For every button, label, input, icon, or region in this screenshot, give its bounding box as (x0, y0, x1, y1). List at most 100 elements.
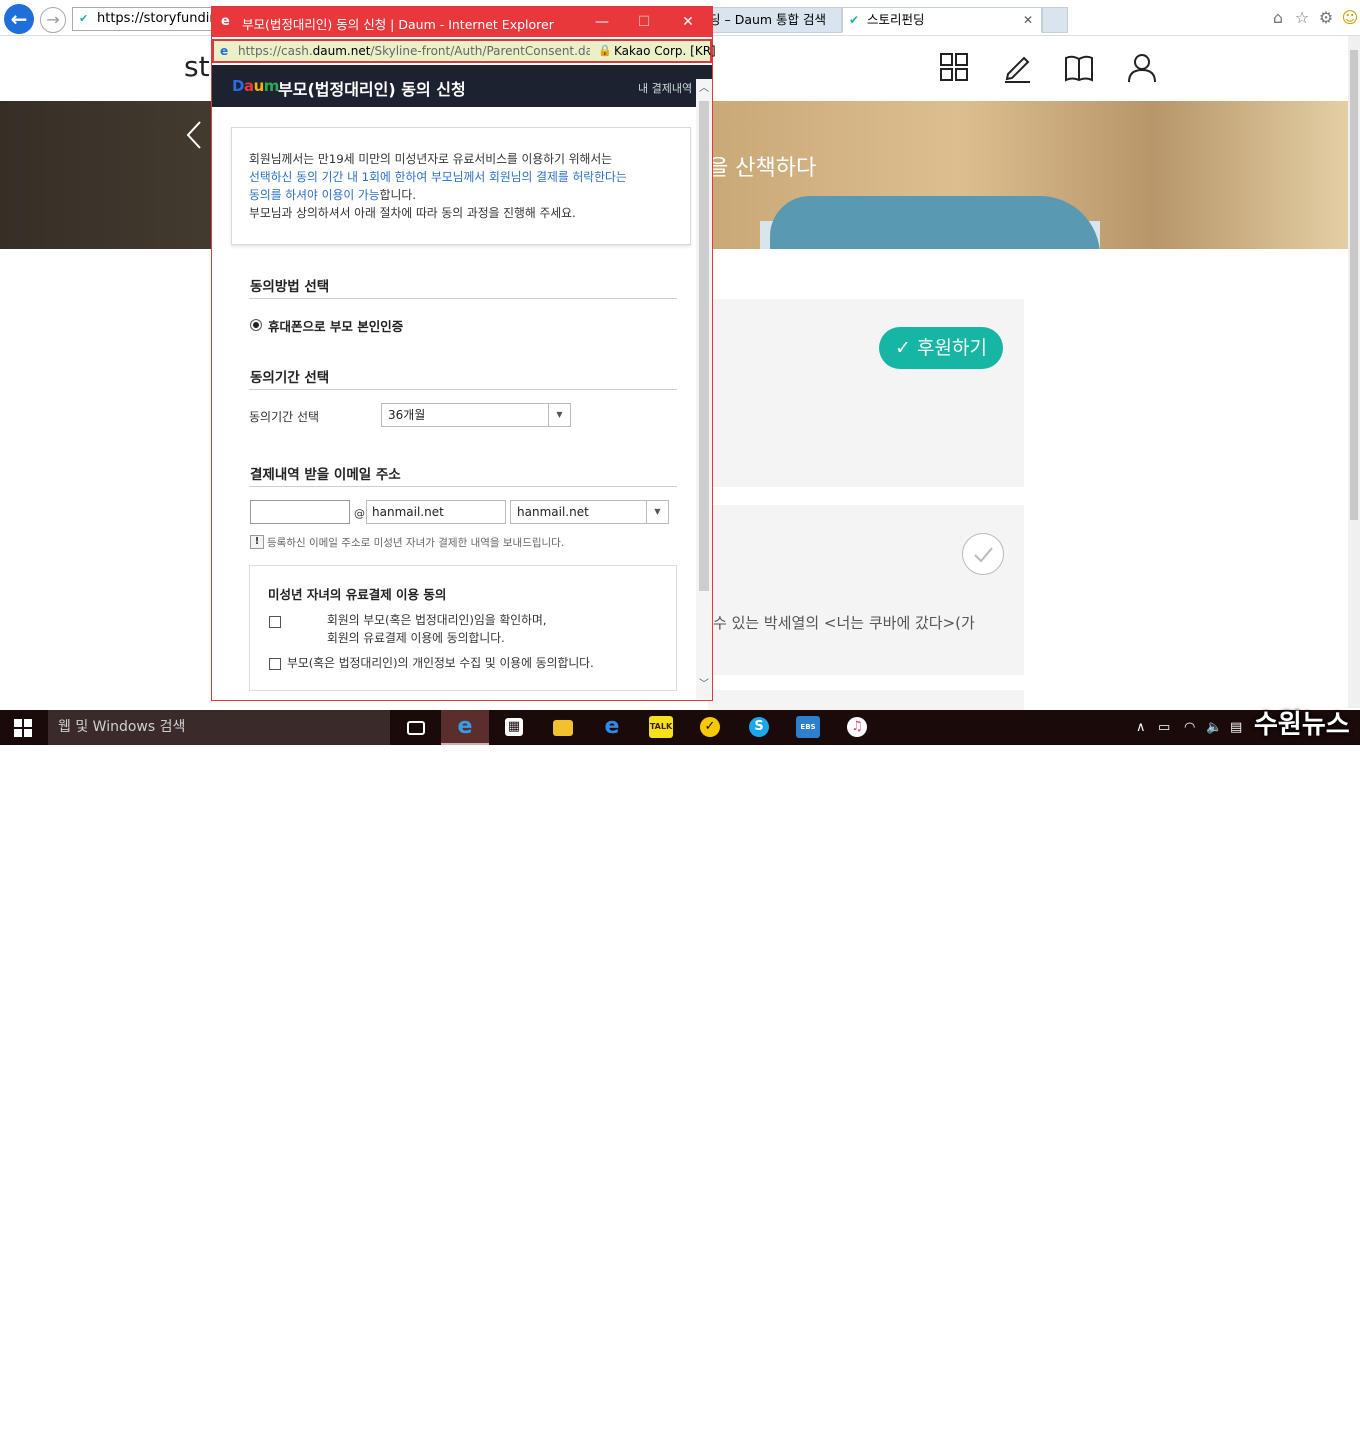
new-tab-button[interactable] (1042, 7, 1068, 33)
internet-explorer-icon: e (221, 14, 230, 29)
scroll-down-arrow-icon[interactable]: ﹀ (696, 679, 712, 691)
taskbar-edge-icon[interactable]: e (588, 710, 636, 745)
maximize-icon[interactable]: ☐ (632, 11, 656, 33)
phone-auth-radio[interactable] (250, 319, 262, 331)
taskbar-clock[interactable]: 오후 3:57 2016-01-30 (1282, 1422, 1346, 1448)
divider (249, 486, 677, 487)
action-center-icon[interactable]: ▤ (1230, 720, 1242, 736)
clock-date: 2016-01-30 (1282, 1435, 1346, 1448)
email-info-text: 등록하신 이메일 주소로 미성년 자녀가 결제한 내역을 보내드립니다. (267, 537, 565, 549)
story-panel (708, 505, 1024, 675)
forward-arrow-icon[interactable]: → (40, 7, 66, 33)
popup-scrollbar[interactable]: ︿ ﹀ (696, 79, 712, 700)
popup-content: Daum 부모(법정대리인) 동의 신청 내 결제내역 회원님께서는 만19세 … (212, 65, 712, 700)
daum-header: Daum 부모(법정대리인) 동의 신청 내 결제내역 (212, 65, 712, 107)
wifi-icon[interactable]: ◠ (1184, 720, 1195, 736)
taskbar-norton-icon[interactable]: ✓ (686, 710, 734, 745)
taskbar-skype-icon[interactable]: S (735, 710, 783, 745)
address-text: https://storyfunding.d (97, 11, 211, 26)
tab-storyfunding[interactable]: ✔ 스토리펀딩 ✕ (842, 7, 1042, 33)
taskbar-file-explorer-icon[interactable] (539, 710, 587, 745)
clock-time: 오후 3:57 (1297, 1422, 1346, 1435)
page-scrollbar[interactable] (1348, 36, 1360, 708)
privacy-consent-checkbox[interactable] (269, 658, 281, 670)
my-payments-link[interactable]: 내 결제내역 (638, 80, 692, 96)
tray-show-hidden-icon[interactable]: ∧ (1136, 720, 1146, 736)
consent-box: 미성년 자녀의 유료결제 이용 동의 회원의 부모(혹은 법정대리인)임을 확인… (249, 565, 677, 691)
email-domain-input[interactable]: hanmail.net (366, 500, 506, 524)
popup-url[interactable]: https://cash.daum.net/Skyline-front/Auth… (238, 44, 590, 58)
period-section-title: 동의기간 선택 (250, 370, 330, 386)
scroll-up-arrow-icon[interactable]: ︿ (696, 83, 712, 95)
settings-gear-icon[interactable]: ⚙ (1316, 8, 1336, 28)
email-id-input[interactable] (250, 500, 350, 524)
storyfunding-favicon-icon: ✔ (849, 13, 860, 27)
battery-icon[interactable]: ▭ (1158, 720, 1170, 736)
back-arrow-icon[interactable]: ← (4, 4, 34, 34)
page-scrollbar-thumb[interactable] (1350, 50, 1358, 520)
tab-daum-search[interactable]: 딩 – Daum 통합 검색 (700, 7, 842, 33)
grid-menu-icon[interactable] (937, 50, 971, 84)
story-description: 수 있는 박세열의 <너는 쿠바에 갔다>(가 (713, 614, 975, 632)
internet-explorer-icon: e (220, 44, 229, 58)
popup-heading: 부모(법정대리인) 동의 신청 (278, 80, 466, 99)
taskbar-store-icon[interactable]: ▦ (490, 710, 538, 745)
storyfunding-favicon-icon: ✔ (79, 12, 89, 25)
notice-line-highlight: 선택하신 동의 기간 내 1회에 한하여 부모님께서 회원님의 결제를 허락한다… (249, 170, 627, 184)
certificate-org[interactable]: Kakao Corp. [KR] (614, 44, 716, 58)
hero-title: 을 산책하다 (708, 156, 817, 181)
next-panel (708, 690, 1024, 710)
period-select[interactable]: 36개월 ▼ (381, 403, 571, 427)
divider (249, 298, 677, 299)
task-view-icon[interactable] (392, 710, 440, 745)
home-icon[interactable]: ⌂ (1268, 8, 1288, 28)
period-label: 동의기간 선택 (249, 410, 320, 424)
email-domain-select[interactable]: hanmail.net ▼ (510, 500, 669, 524)
windows-taskbar: 웹 및 Windows 검색 e ▦ e TALK ✓ S EBS ♫ ∧ ▭ … (0, 710, 1360, 1448)
notice-line: 부모님과 상의하셔서 아래 절차에 따라 동의 과정을 진행해 주세요. (249, 206, 576, 220)
lock-icon[interactable]: 🔒 (598, 44, 612, 57)
popup-address-bar[interactable]: e https://cash.daum.net/Skyline-front/Au… (212, 39, 716, 63)
favorites-star-icon[interactable]: ☆ (1292, 8, 1312, 28)
phone-auth-label[interactable]: 휴대폰으로 부모 본인인증 (268, 316, 403, 335)
address-bar[interactable]: ✔ https://storyfunding.d (72, 7, 212, 31)
smiley-feedback-icon[interactable]: ☺ (1340, 8, 1360, 28)
volume-icon[interactable]: 🔈 (1206, 720, 1222, 736)
minimize-icon[interactable]: — (590, 11, 614, 33)
close-tab-icon[interactable]: ✕ (1023, 8, 1033, 32)
popup-titlebar[interactable]: e 부모(법정대리인) 동의 신청 | Daum - Internet Expl… (212, 7, 712, 37)
tab-label: 딩 – Daum 통합 검색 (709, 12, 827, 27)
email-at-sign: @ (354, 507, 365, 520)
dropdown-arrow-icon[interactable]: ▼ (646, 501, 668, 523)
tab-label: 스토리펀딩 (867, 12, 925, 27)
hero-prev-arrow-icon[interactable] (184, 120, 204, 150)
check-icon: ✓ (895, 337, 911, 359)
consent-text: 부모(혹은 법정대리인)의 개인정보 수집 및 이용에 동의합니다. (287, 656, 594, 670)
taskbar-kakaotalk-icon[interactable]: TALK (637, 710, 685, 745)
windows-start-icon[interactable] (14, 719, 32, 737)
method-section-title: 동의방법 선택 (250, 279, 330, 295)
exclamation-info-icon: ! (250, 535, 264, 549)
close-window-icon[interactable]: ✕ (676, 11, 700, 33)
popup-window-title: 부모(법정대리인) 동의 신청 | Daum - Internet Explor… (242, 17, 554, 32)
period-value: 36개월 (388, 408, 426, 422)
pencil-write-icon[interactable] (1000, 50, 1034, 84)
dropdown-arrow-icon[interactable]: ▼ (548, 404, 570, 426)
book-icon[interactable] (1062, 50, 1096, 84)
parent-confirm-checkbox[interactable] (269, 616, 281, 628)
taskbar-search-box[interactable]: 웹 및 Windows 검색 (48, 710, 390, 745)
taskbar-ebs-icon[interactable]: EBS (784, 710, 832, 745)
notice-line: 회원님께서는 만19세 미만의 미성년자로 유료서비스를 이용하기 위해서는 (249, 152, 613, 166)
parent-consent-popup-window: e 부모(법정대리인) 동의 신청 | Daum - Internet Expl… (211, 6, 716, 701)
taskbar-internet-explorer-icon[interactable]: e (441, 710, 489, 745)
taskbar-itunes-icon[interactable]: ♫ (833, 710, 881, 745)
consent-text: 회원의 유료결제 이용에 동의합니다. (327, 631, 505, 645)
notice-box: 회원님께서는 만19세 미만의 미성년자로 유료서비스를 이용하기 위해서는 선… (231, 127, 691, 245)
check-circle-icon[interactable] (962, 533, 1004, 575)
user-profile-icon[interactable] (1125, 50, 1159, 84)
consent-text: 회원의 부모(혹은 법정대리인)임을 확인하며, (327, 613, 547, 627)
popup-scrollbar-thumb[interactable] (699, 101, 709, 591)
consent-title: 미성년 자녀의 유료결제 이용 동의 (268, 587, 447, 602)
back-project-button[interactable]: ✓ 후원하기 (879, 327, 1003, 369)
news-watermark: 수원뉴스 (1254, 710, 1350, 740)
